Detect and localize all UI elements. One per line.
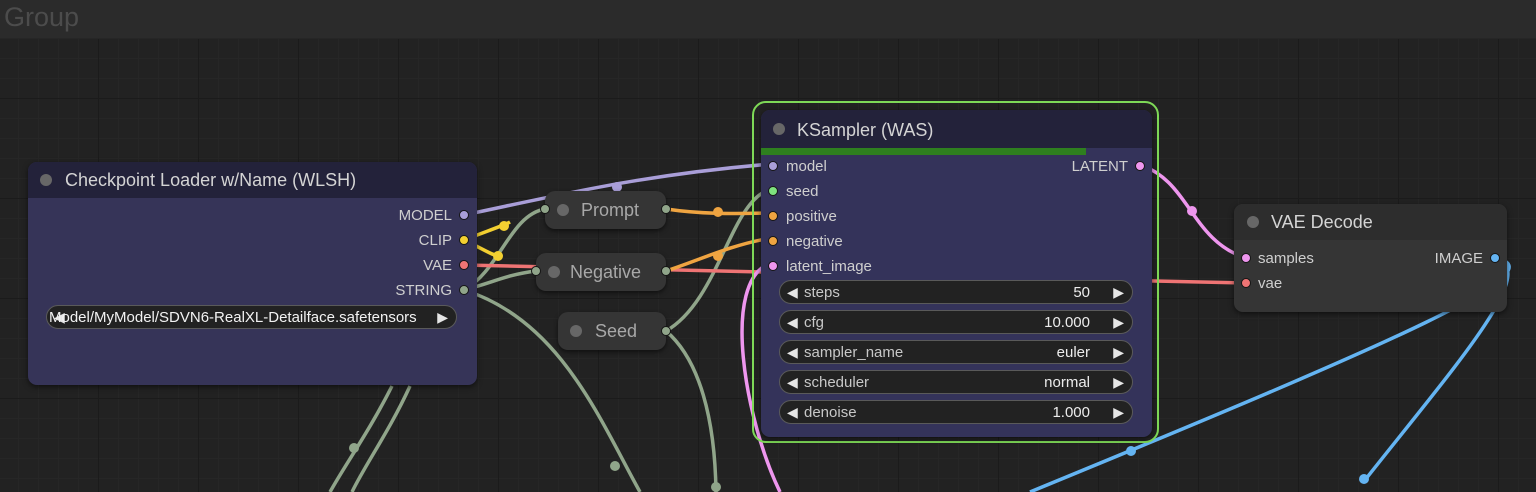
widget-value: normal bbox=[1044, 374, 1090, 391]
output-label-model: MODEL bbox=[398, 207, 452, 224]
decrement-arrow-icon[interactable]: ◀ bbox=[787, 314, 798, 331]
sampler-name-widget[interactable]: ◀ sampler_name euler ▶ bbox=[779, 340, 1133, 364]
input-label-negative: negative bbox=[786, 233, 843, 250]
progress-bar-track bbox=[761, 148, 1152, 155]
collapse-dot-icon[interactable] bbox=[570, 325, 582, 337]
denoise-widget[interactable]: ◀ denoise 1.000 ▶ bbox=[779, 400, 1133, 424]
ksampler-node[interactable]: KSampler (WAS) model seed positive negat… bbox=[752, 101, 1159, 443]
collapse-dot-icon[interactable] bbox=[1247, 216, 1259, 228]
increment-arrow-icon[interactable]: ▶ bbox=[1113, 314, 1124, 331]
midpoint-negative bbox=[713, 251, 723, 261]
input-label-vae: vae bbox=[1258, 275, 1283, 292]
decrement-arrow-icon[interactable]: ◀ bbox=[787, 404, 798, 421]
reroute-title: Negative bbox=[570, 262, 642, 282]
widget-label: sampler_name bbox=[804, 344, 904, 361]
midpoint-image-b bbox=[1359, 474, 1369, 484]
input-label-positive: positive bbox=[786, 208, 837, 225]
group-title: Group bbox=[4, 2, 80, 32]
reroute-input-dot[interactable] bbox=[531, 266, 541, 276]
collapse-dot-icon[interactable] bbox=[773, 123, 785, 135]
decrement-arrow-icon[interactable]: ◀ bbox=[787, 344, 798, 361]
output-clip-dot[interactable] bbox=[459, 235, 469, 245]
ckpt-name-value: Model/MyModel/SDVN6-RealXL-Detailface.sa… bbox=[49, 309, 417, 326]
output-latent-dot[interactable] bbox=[1135, 161, 1145, 171]
input-label-latent-image: latent_image bbox=[786, 258, 872, 275]
midpoint-string-a bbox=[349, 443, 359, 453]
midpoint-clip-b bbox=[493, 251, 503, 261]
reroute-title: Prompt bbox=[581, 200, 640, 220]
reroute-input-dot[interactable] bbox=[540, 204, 550, 214]
prompt-reroute-node[interactable]: Prompt bbox=[540, 191, 671, 229]
progress-bar-fill bbox=[761, 148, 1086, 155]
midpoint-positive bbox=[713, 207, 723, 217]
collapse-dot-icon[interactable] bbox=[40, 174, 52, 186]
ksampler-body[interactable]: KSampler (WAS) model seed positive negat… bbox=[761, 110, 1152, 437]
decrement-arrow-icon[interactable]: ◀ bbox=[787, 374, 798, 391]
cfg-widget[interactable]: ◀ cfg 10.000 ▶ bbox=[779, 310, 1133, 334]
increment-arrow-icon[interactable]: ▶ bbox=[1113, 404, 1124, 421]
increment-arrow-icon[interactable]: ▶ bbox=[1113, 284, 1124, 301]
input-vae-dot[interactable] bbox=[1241, 278, 1251, 288]
output-label-latent: LATENT bbox=[1071, 158, 1128, 175]
link-seed-down bbox=[664, 329, 718, 492]
checkpoint-loader-node[interactable]: Checkpoint Loader w/Name (WLSH) MODEL CL… bbox=[28, 162, 477, 385]
widget-label: steps bbox=[804, 284, 840, 301]
widget-label: denoise bbox=[804, 404, 857, 421]
midpoint-image-a bbox=[1126, 446, 1136, 456]
increment-arrow-icon[interactable]: ▶ bbox=[1113, 344, 1124, 361]
seed-reroute-node[interactable]: Seed bbox=[558, 312, 671, 350]
reroute-output-dot[interactable] bbox=[661, 204, 671, 214]
input-negative-dot[interactable] bbox=[768, 236, 778, 246]
input-label-seed: seed bbox=[786, 183, 819, 200]
output-string-dot[interactable] bbox=[459, 285, 469, 295]
node-title: Checkpoint Loader w/Name (WLSH) bbox=[65, 170, 357, 190]
output-label-clip: CLIP bbox=[418, 232, 452, 249]
output-label-string: STRING bbox=[395, 282, 452, 299]
widget-value: 10.000 bbox=[1044, 314, 1090, 331]
combo-right-arrow-icon[interactable]: ▶ bbox=[437, 309, 448, 326]
output-vae-dot[interactable] bbox=[459, 260, 469, 270]
output-image-dot[interactable] bbox=[1490, 253, 1500, 263]
input-label-samples: samples bbox=[1258, 250, 1314, 267]
midpoint-latent bbox=[1187, 206, 1197, 216]
reroute-title: Seed bbox=[595, 321, 638, 341]
output-label-vae: VAE bbox=[423, 257, 452, 274]
widget-value: 50 bbox=[1073, 284, 1090, 301]
link-left-wire-a bbox=[328, 385, 394, 492]
decrement-arrow-icon[interactable]: ◀ bbox=[787, 284, 798, 301]
negative-reroute-node[interactable]: Negative bbox=[531, 253, 671, 291]
reroute-output-dot[interactable] bbox=[661, 326, 671, 336]
widget-label: cfg bbox=[804, 314, 825, 331]
output-model-dot[interactable] bbox=[459, 210, 469, 220]
midpoint-clip-a bbox=[499, 221, 509, 231]
collapse-dot-icon[interactable] bbox=[548, 266, 560, 278]
widget-value: 1.000 bbox=[1052, 404, 1090, 421]
reroute-output-dot[interactable] bbox=[661, 266, 671, 276]
midpoint-string-b bbox=[610, 461, 620, 471]
steps-widget[interactable]: ◀ steps 50 ▶ bbox=[779, 280, 1133, 304]
node-title: VAE Decode bbox=[1271, 212, 1373, 232]
group-header[interactable]: Group bbox=[0, 0, 1536, 39]
ckpt-name-combo[interactable]: ◀ Model/MyModel/SDVN6-RealXL-Detailface.… bbox=[46, 305, 457, 329]
output-label-image: IMAGE bbox=[1434, 250, 1483, 267]
input-model-dot[interactable] bbox=[768, 161, 778, 171]
scheduler-widget[interactable]: ◀ scheduler normal ▶ bbox=[779, 370, 1133, 394]
vae-decode-node[interactable]: VAE Decode samples vae IMAGE bbox=[1234, 204, 1507, 312]
input-seed-dot[interactable] bbox=[768, 186, 778, 196]
node-header[interactable]: Checkpoint Loader w/Name (WLSH) bbox=[28, 162, 477, 198]
increment-arrow-icon[interactable]: ▶ bbox=[1113, 374, 1124, 391]
input-samples-dot[interactable] bbox=[1241, 253, 1251, 263]
midpoint-string-c bbox=[711, 482, 721, 492]
input-positive-dot[interactable] bbox=[768, 211, 778, 221]
widget-label: scheduler bbox=[804, 374, 870, 391]
input-latent-image-dot[interactable] bbox=[768, 261, 778, 271]
input-label-model: model bbox=[786, 158, 827, 175]
node-header[interactable]: KSampler (WAS) bbox=[761, 110, 1152, 148]
node-title: KSampler (WAS) bbox=[797, 120, 934, 140]
node-header[interactable]: VAE Decode bbox=[1234, 204, 1507, 240]
collapse-dot-icon[interactable] bbox=[557, 204, 569, 216]
widget-value: euler bbox=[1056, 344, 1090, 361]
link-left-wire-b bbox=[350, 385, 412, 492]
